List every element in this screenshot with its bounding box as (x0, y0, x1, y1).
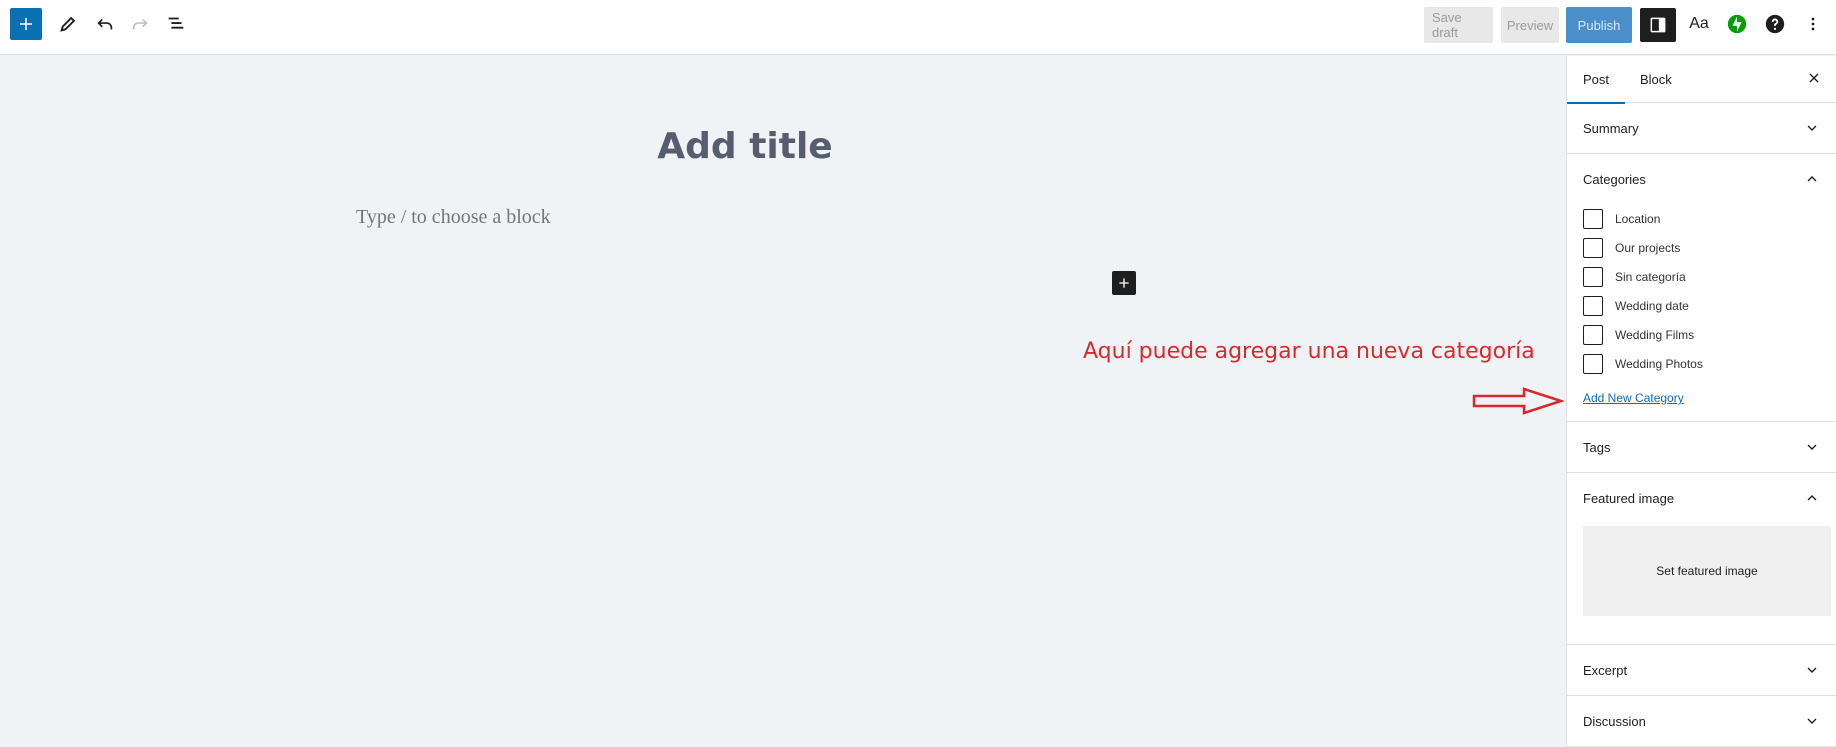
post-title-input[interactable]: Add title (0, 126, 1490, 167)
options-button[interactable] (1797, 8, 1829, 40)
panel-categories: Categories Location Our projects Sin cat… (1567, 154, 1836, 422)
panel-discussion: Discussion (1567, 696, 1836, 747)
jetpack-icon (1727, 14, 1747, 34)
category-label: Wedding date (1615, 298, 1689, 313)
panel-summary: Summary (1567, 103, 1836, 154)
category-list: Location Our projects Sin categoría Wedd… (1567, 204, 1836, 378)
undo-icon (97, 18, 113, 30)
sidebar-icon (1650, 17, 1666, 33)
settings-sidebar: Post Block Summary Categories Location O… (1566, 56, 1836, 747)
category-item[interactable]: Wedding Films (1583, 320, 1820, 349)
list-view-icon (168, 17, 184, 29)
category-item[interactable]: Wedding Photos (1583, 349, 1820, 378)
jetpack-button[interactable] (1721, 8, 1753, 40)
editor-toolbar: Save draft Preview Publish Aa (0, 0, 1836, 55)
panel-tags: Tags (1567, 422, 1836, 473)
plus-icon (1119, 278, 1129, 288)
panel-excerpt: Excerpt (1567, 645, 1836, 696)
panel-summary-toggle[interactable]: Summary (1567, 103, 1836, 153)
redo-button[interactable] (124, 8, 156, 40)
panel-featured-image-toggle[interactable]: Featured image (1567, 473, 1836, 523)
panel-excerpt-title: Excerpt (1583, 662, 1628, 678)
block-placeholder[interactable]: Type / to choose a block (356, 206, 551, 229)
inline-inserter-button[interactable] (1112, 271, 1136, 295)
chevron-down-icon (1804, 662, 1820, 678)
chevron-down-icon (1804, 439, 1820, 455)
category-item[interactable]: Wedding date (1583, 291, 1820, 320)
chevron-down-icon (1804, 120, 1820, 136)
annotation-text: Aquí puede agregar una nueva categoría (1083, 339, 1535, 364)
help-icon (1765, 14, 1785, 34)
help-button[interactable] (1759, 8, 1791, 40)
arrow-right-icon (1472, 387, 1564, 415)
category-checkbox[interactable] (1583, 266, 1603, 287)
redo-icon (132, 18, 148, 30)
publish-button[interactable]: Publish (1566, 7, 1632, 43)
category-item[interactable]: Our projects (1583, 233, 1820, 262)
category-item[interactable]: Sin categoría (1583, 262, 1820, 291)
panel-categories-toggle[interactable]: Categories (1567, 154, 1836, 204)
styles-button[interactable]: Aa (1683, 8, 1715, 40)
category-checkbox[interactable] (1583, 237, 1603, 258)
sidebar-tabs: Post Block (1566, 56, 1836, 104)
more-vertical-icon (1811, 17, 1815, 31)
panel-tags-toggle[interactable]: Tags (1567, 422, 1836, 472)
category-checkbox[interactable] (1583, 324, 1603, 345)
plus-icon (20, 18, 32, 30)
tab-block[interactable]: Block (1640, 56, 1672, 103)
category-checkbox[interactable] (1583, 353, 1603, 374)
panel-featured-image-title: Featured image (1583, 490, 1675, 506)
tab-post[interactable]: Post (1566, 56, 1626, 104)
category-checkbox[interactable] (1583, 208, 1603, 229)
category-label: Our projects (1615, 240, 1681, 255)
chevron-down-icon (1804, 713, 1820, 729)
category-label: Location (1615, 211, 1661, 226)
editor-canvas: Add title Type / to choose a block Aquí … (0, 56, 1566, 747)
close-sidebar-button[interactable] (1800, 64, 1828, 92)
chevron-up-icon (1804, 490, 1820, 506)
styles-label: Aa (1689, 15, 1709, 32)
save-draft-button[interactable]: Save draft (1424, 7, 1493, 43)
add-new-category-link[interactable]: Add New Category (1567, 378, 1836, 421)
panel-discussion-title: Discussion (1583, 713, 1646, 729)
featured-image-body: Set featured image (1567, 523, 1836, 644)
panel-summary-title: Summary (1583, 120, 1639, 136)
undo-button[interactable] (89, 8, 121, 40)
block-inserter-button[interactable] (10, 8, 42, 40)
settings-toggle-button[interactable] (1640, 8, 1676, 42)
set-featured-image-button[interactable]: Set featured image (1583, 526, 1831, 616)
panel-categories-title: Categories (1583, 171, 1646, 187)
category-checkbox[interactable] (1583, 295, 1603, 316)
panel-tags-title: Tags (1583, 439, 1611, 455)
close-icon (1809, 73, 1819, 83)
preview-button[interactable]: Preview (1501, 7, 1559, 43)
category-label: Wedding Films (1615, 327, 1695, 342)
list-view-button[interactable] (160, 8, 192, 40)
pencil-icon (60, 16, 76, 32)
category-item[interactable]: Location (1583, 204, 1820, 233)
chevron-up-icon (1804, 171, 1820, 187)
panel-discussion-toggle[interactable]: Discussion (1567, 696, 1836, 746)
category-label: Sin categoría (1615, 269, 1686, 284)
panel-excerpt-toggle[interactable]: Excerpt (1567, 645, 1836, 695)
tools-button[interactable] (52, 8, 84, 40)
panel-featured-image: Featured image Set featured image (1567, 473, 1836, 645)
category-label: Wedding Photos (1615, 356, 1703, 371)
